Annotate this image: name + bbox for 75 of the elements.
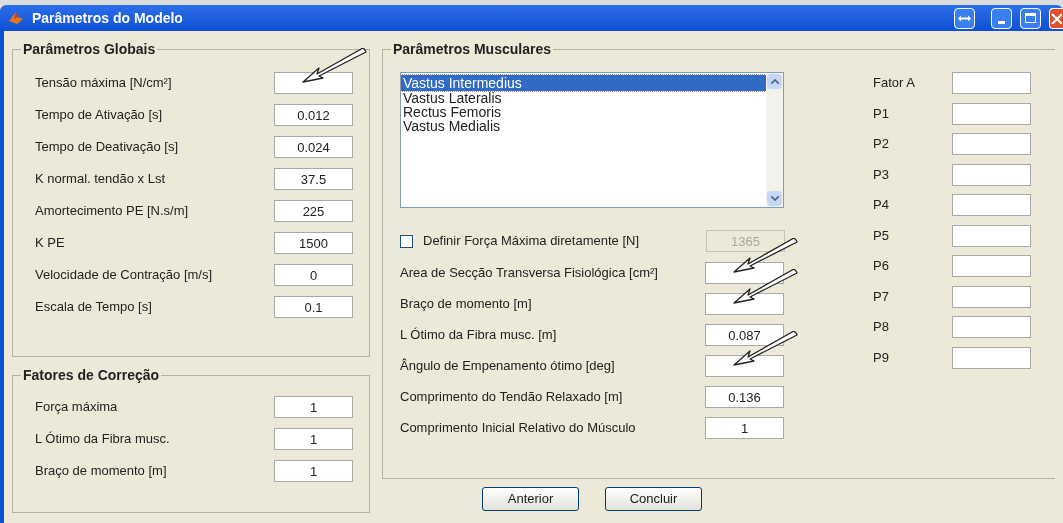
field-label: P3 [873, 165, 890, 184]
previous-button[interactable]: Anterior [482, 487, 579, 511]
field-label: Area de Secção Transversa Fisiológica [cm²] [400, 264, 659, 283]
list-item[interactable]: Rectus Femoris [401, 105, 766, 119]
input-field[interactable]: 0.1 [274, 296, 353, 318]
field-label: P9 [873, 348, 890, 367]
input-field[interactable]: 1 [274, 396, 353, 418]
minimize-button[interactable] [991, 7, 1012, 29]
field-label: L Ótimo da Fibra musc. [m] [400, 326, 558, 345]
input-field[interactable]: 1 [705, 417, 784, 439]
input-field[interactable] [952, 133, 1031, 155]
input-field[interactable]: 1 [274, 460, 353, 482]
input-field[interactable]: 37.5 [274, 168, 353, 190]
field-label: Comprimento do Tendão Relaxado [m] [400, 388, 624, 407]
input-field[interactable] [952, 224, 1031, 247]
field-label: P6 [873, 257, 890, 275]
input-field[interactable] [274, 72, 353, 94]
scroll-down-button[interactable] [767, 191, 782, 206]
field-label: Braço de momento [m] [400, 295, 533, 314]
field-label: P4 [873, 196, 890, 214]
field-label: Ângulo de Empenamento ótimo [deg] [400, 357, 616, 376]
input-field[interactable] [952, 194, 1031, 216]
input-field[interactable] [705, 355, 784, 377]
field-label: Escala de Tempo [s] [35, 298, 153, 317]
list-item[interactable]: Vastus Lateralis [401, 91, 766, 105]
dock-button[interactable] [954, 7, 975, 29]
field-label: P8 [873, 318, 890, 336]
field-label: Fator A [873, 74, 916, 92]
field-label: Tensão máxima [N/cm²] [35, 74, 173, 93]
double-arrow-icon [958, 14, 971, 22]
field-label: P1 [873, 104, 890, 123]
input-field[interactable] [952, 346, 1031, 369]
list-item[interactable]: Vastus Intermedius [401, 75, 766, 91]
close-icon [1050, 12, 1062, 24]
input-field[interactable] [952, 163, 1031, 186]
input-field[interactable] [952, 316, 1031, 338]
finish-button[interactable]: Concluir [605, 487, 702, 511]
input-field[interactable]: 0 [274, 264, 353, 286]
close-button[interactable] [1049, 7, 1063, 29]
input-field[interactable] [952, 72, 1031, 94]
input-field[interactable]: 1500 [274, 232, 353, 254]
scrollbar[interactable] [766, 73, 783, 207]
checkbox-label: Definir Força Máxima diretamente [N] [423, 232, 640, 251]
group-title: Parâmetros Globais [22, 40, 157, 59]
window-title: Parâmetros do Modelo [32, 8, 183, 28]
input-field[interactable] [952, 255, 1031, 277]
group-title: Fatores de Correção [22, 366, 161, 385]
field-label: Tempo de Deativação [s] [35, 138, 180, 157]
input-field[interactable] [952, 285, 1031, 308]
app-icon [8, 10, 24, 26]
input-field[interactable] [952, 102, 1031, 125]
maximize-button[interactable] [1020, 7, 1041, 29]
muscle-list[interactable]: Vastus Intermedius Vastus Lateralis Rectus Femoris Vastus Medialis [400, 72, 784, 208]
field-label: Braço de momento [m] [35, 462, 168, 481]
field-label: L Ótimo da Fibra musc. [35, 430, 171, 449]
field-label: P5 [873, 226, 890, 245]
field-label: P7 [873, 287, 890, 306]
field-label: K normal. tendão x Lst [35, 170, 167, 189]
input-field[interactable]: 0.136 [705, 386, 784, 408]
input-field[interactable]: 0.024 [274, 136, 353, 158]
input-field[interactable]: 1 [274, 428, 353, 450]
field-label: Amortecimento PE [N.s/m] [35, 202, 190, 221]
field-label: Tempo de Ativação [s] [35, 106, 164, 125]
group-title: Parâmetros Musculares [392, 40, 552, 59]
input-field[interactable]: 0.087 [705, 324, 784, 346]
input-field[interactable] [705, 293, 784, 315]
scroll-up-button[interactable] [767, 74, 782, 89]
field-label: Velocidade de Contração [m/s] [35, 266, 214, 285]
list-item[interactable]: Vastus Medialis [401, 119, 766, 133]
input-field[interactable]: 225 [274, 200, 353, 222]
field-label: K PE [35, 234, 66, 253]
input-field[interactable]: 0.012 [274, 104, 353, 126]
field-label: Força máxima [35, 398, 119, 417]
field-label: Comprimento Inicial Relativo do Músculo [400, 419, 637, 438]
field-label: P2 [873, 135, 890, 153]
